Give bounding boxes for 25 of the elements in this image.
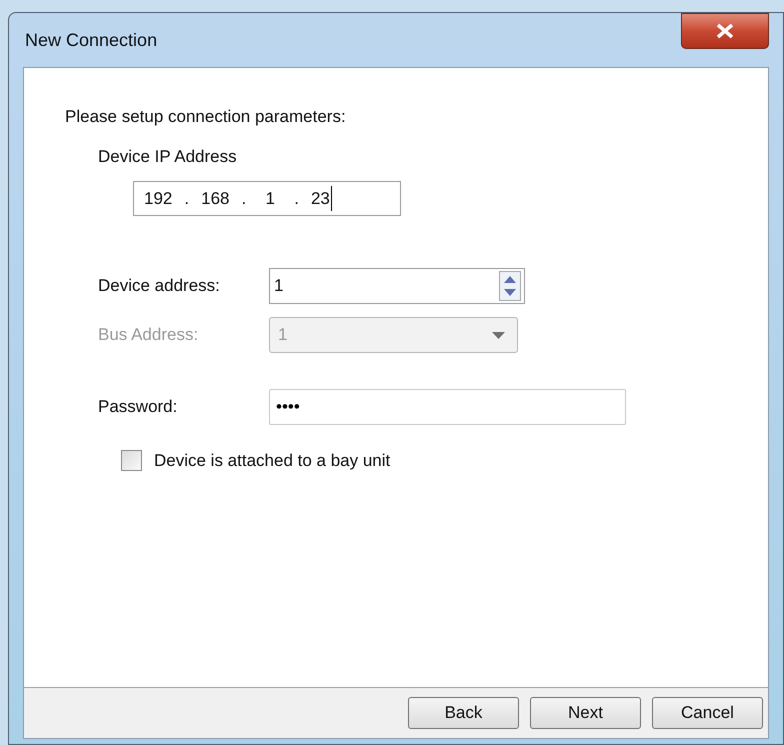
instruction-text: Please setup connection parameters: xyxy=(65,106,347,128)
device-address-spinbox[interactable]: 1 xyxy=(269,268,525,304)
ip-address-field[interactable]: 192 . 168 . 1 . 23 xyxy=(133,181,401,216)
ip-octet: 23 xyxy=(310,186,332,212)
octet-separator: . xyxy=(184,188,190,210)
dialog-button[interactable]: Cancel xyxy=(652,697,763,729)
field-label: Device IP Address xyxy=(98,146,238,168)
field-label: Device address: xyxy=(98,275,221,298)
dialog-button[interactable]: Back xyxy=(408,697,519,729)
field-label: Bus Address: xyxy=(98,324,200,346)
ip-octet: 192 xyxy=(144,188,172,210)
ip-octet: 1 xyxy=(264,188,276,210)
checkbox-label: Device is attached to a bay unit xyxy=(154,450,390,472)
spinner-arrows-icon[interactable] xyxy=(499,271,521,301)
field-label: Password: xyxy=(98,396,178,418)
ip-octet: 168 xyxy=(201,188,230,210)
password-field[interactable]: •••• xyxy=(269,389,626,425)
dropdown-arrow-icon xyxy=(492,332,505,338)
close-button[interactable] xyxy=(681,13,769,49)
close-icon xyxy=(715,23,735,39)
octet-separator: . xyxy=(294,188,299,210)
dialog-button[interactable]: Next xyxy=(530,697,641,729)
checkbox[interactable] xyxy=(121,450,142,472)
window-title: New Connection xyxy=(24,28,158,52)
octet-separator: . xyxy=(241,188,246,210)
